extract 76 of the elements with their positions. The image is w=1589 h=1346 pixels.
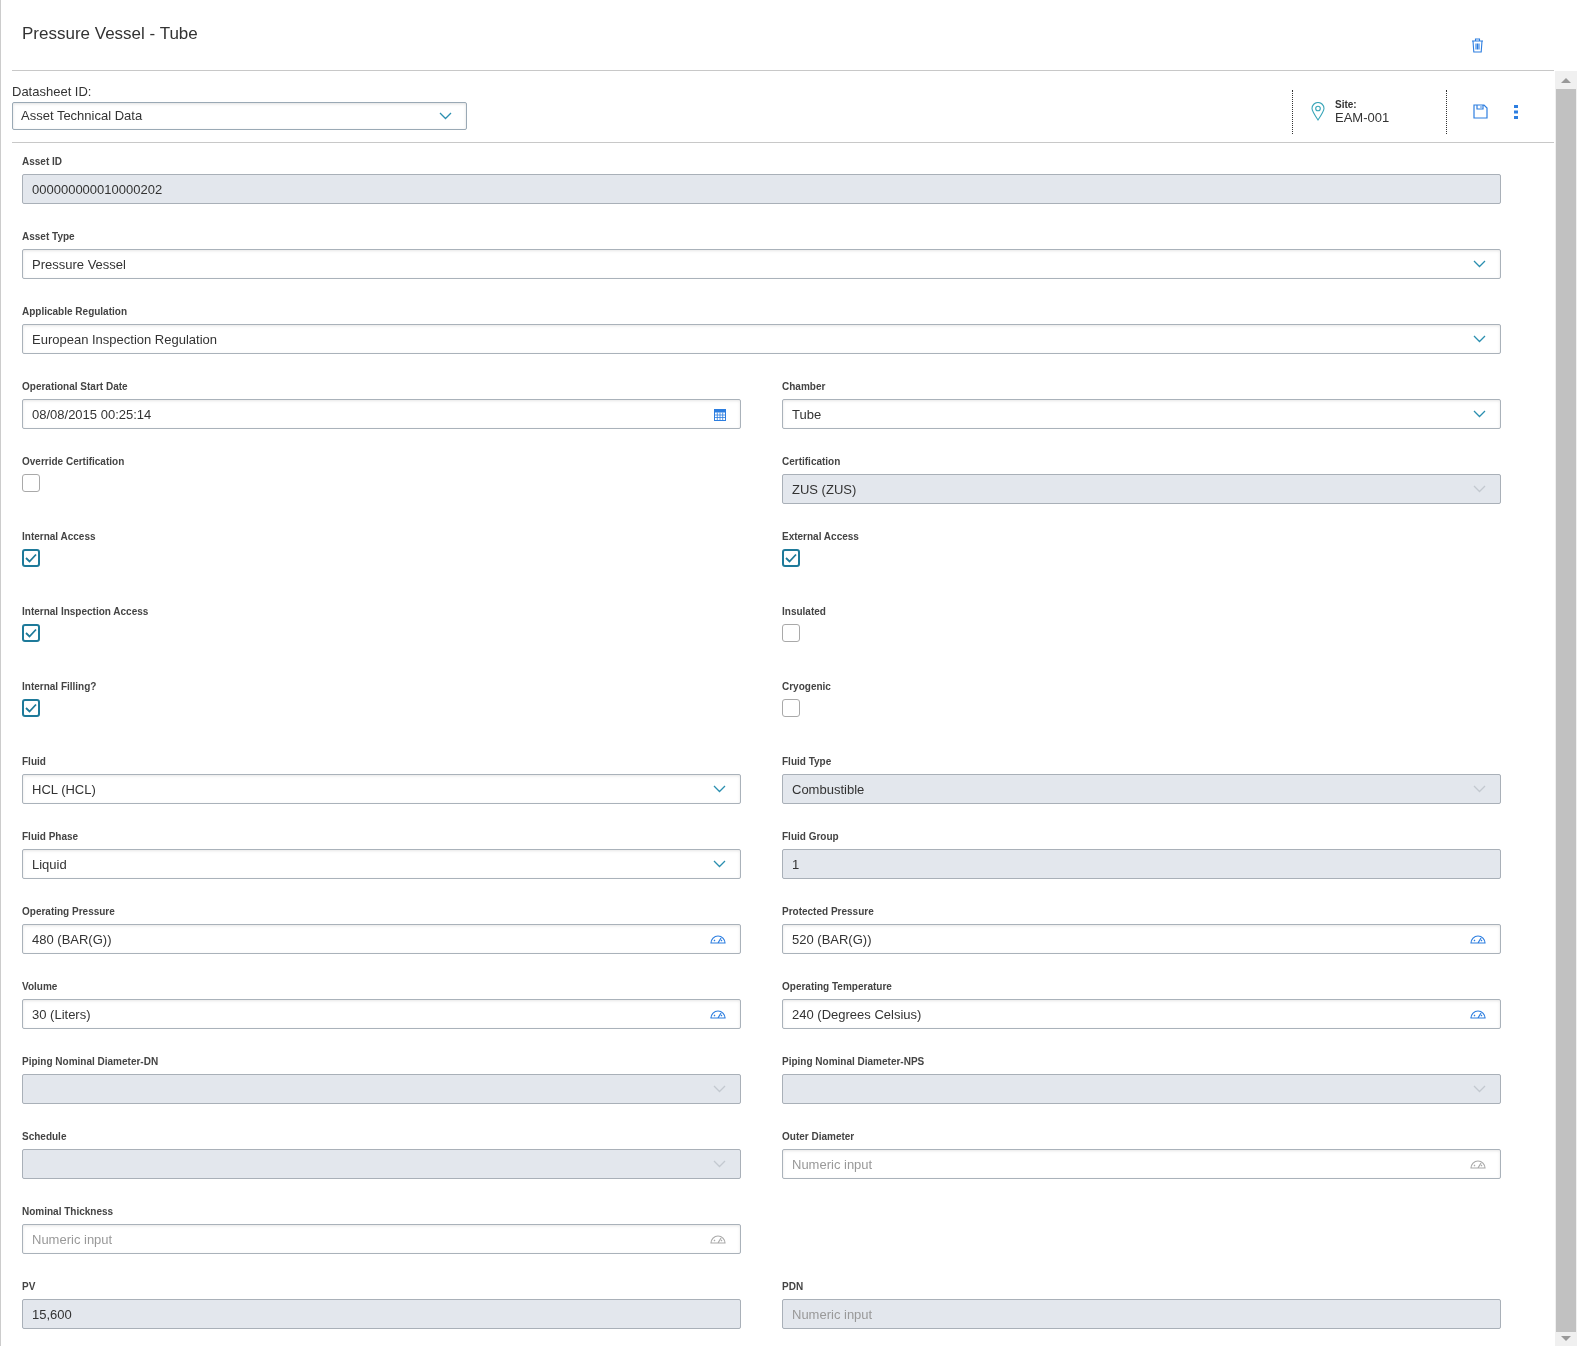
field-label: Piping Nominal Diameter-DN xyxy=(22,1055,160,1069)
field-label: PDN xyxy=(782,1280,805,1294)
check-icon xyxy=(785,553,797,563)
checkbox[interactable] xyxy=(782,624,800,642)
input-field[interactable]: 30 (Liters) xyxy=(22,999,741,1029)
dropdown-field[interactable]: Pressure Vessel xyxy=(22,249,1501,279)
field-label: Asset Type xyxy=(22,230,76,244)
field-label: External Access xyxy=(782,530,860,544)
field-label: Applicable Regulation xyxy=(22,305,128,319)
checkbox[interactable] xyxy=(22,474,40,492)
chevron-down-icon xyxy=(713,1085,726,1093)
page-title: Pressure Vessel - Tube xyxy=(22,24,198,44)
dropdown-field[interactable]: Liquid xyxy=(22,849,741,879)
field-label: Operating Temperature xyxy=(782,980,893,994)
checkbox[interactable] xyxy=(782,699,800,717)
gauge-icon xyxy=(1470,1009,1486,1019)
more-options-icon[interactable] xyxy=(1514,104,1518,119)
field-label: Asset ID xyxy=(22,155,63,169)
input-field[interactable]: 480 (BAR(G)) xyxy=(22,924,741,954)
field-label: Internal Filling? xyxy=(22,680,98,694)
check-icon xyxy=(25,703,37,713)
chevron-down-icon xyxy=(1473,260,1486,268)
gauge-icon xyxy=(710,1009,726,1019)
field-label: Fluid xyxy=(22,755,47,769)
site-value: EAM-001 xyxy=(1335,109,1390,125)
chevron-down-icon xyxy=(713,860,726,868)
field-label: Piping Nominal Diameter-NPS xyxy=(782,1055,926,1069)
field-label: Volume xyxy=(22,980,59,994)
field-label: Chamber xyxy=(782,380,827,394)
chevron-down-icon xyxy=(713,785,726,793)
field-label: Insulated xyxy=(782,605,827,619)
field-label: Protected Pressure xyxy=(782,905,875,919)
check-icon xyxy=(25,553,37,563)
chevron-down-icon xyxy=(1473,785,1486,793)
input-field[interactable]: 520 (BAR(G)) xyxy=(782,924,1501,954)
chevron-down-icon xyxy=(1473,335,1486,343)
gauge-icon xyxy=(710,934,726,944)
checkbox[interactable] xyxy=(22,624,40,642)
checkbox[interactable] xyxy=(22,549,40,567)
field-label: Operating Pressure xyxy=(22,905,116,919)
field-label: Operational Start Date xyxy=(22,380,129,394)
field-label: Cryogenic xyxy=(782,680,832,694)
field-label: Schedule xyxy=(22,1130,68,1144)
field-label: Fluid Type xyxy=(782,755,833,769)
checkbox[interactable] xyxy=(782,549,800,567)
location-pin-icon xyxy=(1311,102,1325,121)
field-label: Outer Diameter xyxy=(782,1130,856,1144)
dropdown-field[interactable]: Tube xyxy=(782,399,1501,429)
delete-icon[interactable] xyxy=(1471,38,1484,53)
gauge-icon xyxy=(1470,934,1486,944)
field-label: Fluid Group xyxy=(782,830,840,844)
datasheet-label: Datasheet ID: xyxy=(12,83,93,99)
chevron-down-icon xyxy=(1473,1085,1486,1093)
field-label: Override Certification xyxy=(22,455,126,469)
check-icon xyxy=(25,628,37,638)
field-label: Fluid Phase xyxy=(22,830,80,844)
calendar-icon[interactable] xyxy=(714,407,726,421)
field-label: Internal Inspection Access xyxy=(22,605,150,619)
date-field[interactable]: 08/08/2015 00:25:14 xyxy=(22,399,741,429)
field-label: Nominal Thickness xyxy=(22,1205,115,1219)
field-label: PV xyxy=(22,1280,37,1294)
field-label: Internal Access xyxy=(22,530,97,544)
chevron-down-icon xyxy=(439,111,452,120)
gauge-icon xyxy=(710,1234,726,1244)
chevron-down-icon xyxy=(713,1160,726,1168)
field-label: Certification xyxy=(782,455,842,469)
chevron-down-icon xyxy=(1473,410,1486,418)
input-field[interactable]: 240 (Degrees Celsius) xyxy=(782,999,1501,1029)
dropdown-field[interactable]: European Inspection Regulation xyxy=(22,324,1501,354)
gauge-icon xyxy=(1470,1159,1486,1169)
chevron-down-icon xyxy=(1473,485,1486,493)
checkbox[interactable] xyxy=(22,699,40,717)
save-icon[interactable] xyxy=(1473,104,1488,119)
dropdown-field[interactable]: HCL (HCL) xyxy=(22,774,741,804)
datasheet-dropdown[interactable]: Asset Technical Data xyxy=(12,101,467,130)
site-label: Site: xyxy=(1335,98,1358,110)
